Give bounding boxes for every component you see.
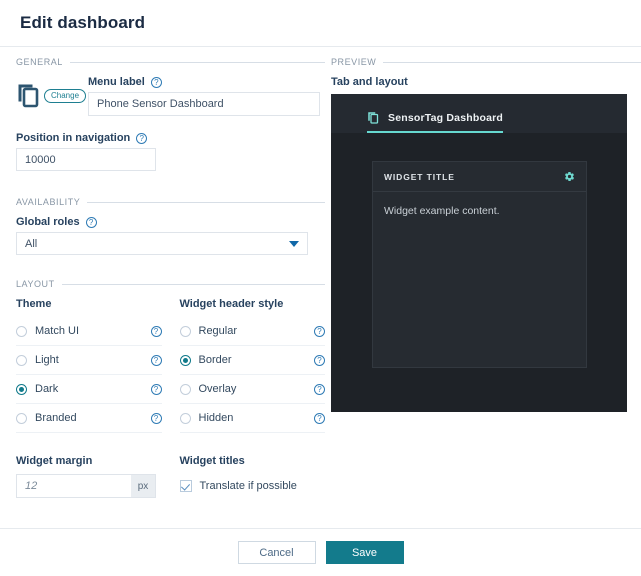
help-icon[interactable]: ? [150, 325, 162, 337]
theme-column: Theme Match UI ? Light ? Dark ? Branded … [16, 298, 162, 433]
preview-tabbar: SensorTag Dashboard [331, 94, 627, 133]
preview-widget-header: WIDGET TITLE [373, 162, 586, 192]
cancel-button[interactable]: Cancel [237, 541, 316, 564]
radio-theme-branded[interactable]: Branded ? [16, 404, 162, 433]
menu-label-input[interactable]: Phone Sensor Dashboard [88, 92, 320, 116]
dialog-body: GENERAL Change Menu label ? Phone Sensor… [0, 47, 641, 498]
widget-header-style-column: Widget header style Regular ? Border ? O… [179, 298, 325, 433]
preview-widget: WIDGET TITLE Widget example content. [372, 161, 587, 368]
preview-legend-text: PREVIEW [331, 57, 377, 67]
radio-label: Overlay [198, 383, 237, 395]
position-label-caption: Position in navigation ? [16, 132, 325, 144]
preview-caption: Tab and layout [331, 76, 408, 88]
radio-label: Border [198, 354, 232, 366]
global-roles-caption: Global roles ? [16, 216, 325, 228]
menu-label-field: Menu label ? Phone Sensor Dashboard [88, 76, 325, 116]
widget-margin-group: Widget margin 12 px [16, 455, 162, 498]
preview-tab-label: SensorTag Dashboard [388, 111, 504, 124]
page-title: Edit dashboard [20, 13, 146, 32]
global-roles-value: All [25, 237, 38, 250]
help-icon[interactable]: ? [150, 383, 162, 395]
help-icon[interactable]: ? [150, 354, 162, 366]
preview-widget-content: Widget example content. [384, 205, 500, 217]
global-roles-text: Global roles [16, 216, 80, 228]
help-icon[interactable]: ? [136, 132, 148, 144]
theme-group-label: Theme [16, 298, 52, 310]
page-header: Edit dashboard [0, 0, 641, 47]
radio-indicator [16, 383, 27, 395]
change-icon-button[interactable]: Change [44, 89, 87, 103]
help-icon[interactable]: ? [314, 383, 325, 395]
translate-checkbox-label: Translate if possible [199, 480, 297, 492]
widget-margin-value: 12 [25, 480, 38, 492]
radio-header-border[interactable]: Border ? [179, 346, 325, 375]
legend-rule [69, 61, 325, 63]
radio-header-regular[interactable]: Regular ? [179, 317, 325, 346]
preview-column: PREVIEW Tab and layout SensorTag Dashboa… [325, 57, 641, 498]
layout-section-legend: LAYOUT [16, 279, 325, 289]
preview-section-legend: PREVIEW [331, 57, 641, 67]
general-section-legend: GENERAL [16, 57, 325, 67]
widget-header-style-group-label: Widget header style [179, 298, 284, 310]
copy-icon [368, 112, 379, 124]
save-button[interactable]: Save [325, 541, 404, 564]
help-icon[interactable]: ? [150, 76, 162, 88]
help-icon[interactable]: ? [314, 325, 325, 337]
help-icon[interactable]: ? [314, 354, 325, 366]
radio-indicator [179, 412, 191, 424]
radio-indicator [179, 354, 191, 366]
radio-indicator [179, 383, 191, 395]
legend-rule [383, 61, 641, 63]
bottom-options-row: Widget margin 12 px Widget titles Transl… [16, 455, 325, 498]
radio-label: Dark [35, 383, 59, 395]
gear-icon[interactable] [564, 171, 575, 182]
copy-icon [18, 84, 39, 108]
radio-indicator [16, 325, 27, 337]
global-roles-select[interactable]: All [16, 232, 308, 255]
radio-indicator [16, 412, 27, 424]
availability-legend-text: AVAILABILITY [16, 197, 81, 207]
position-input[interactable]: 10000 [16, 148, 156, 171]
widget-titles-label: Widget titles [179, 455, 245, 467]
preview-tab[interactable]: SensorTag Dashboard [367, 111, 504, 133]
preview-canvas: WIDGET TITLE Widget example content. [331, 133, 627, 412]
help-icon[interactable]: ? [150, 412, 162, 424]
radio-label: Branded [35, 412, 77, 424]
widget-titles-group: Widget titles Translate if possible [179, 455, 326, 498]
widget-margin-unit: px [131, 475, 155, 497]
layout-option-columns: Theme Match UI ? Light ? Dark ? Branded … [16, 298, 325, 433]
radio-label: Light [35, 354, 59, 366]
widget-margin-input[interactable]: 12 px [16, 474, 156, 498]
legend-rule [61, 283, 325, 285]
legend-rule [87, 201, 325, 203]
widget-margin-label: Widget margin [16, 455, 93, 467]
radio-label: Regular [198, 325, 238, 337]
menu-label-caption: Menu label ? [88, 76, 325, 88]
radio-header-hidden[interactable]: Hidden ? [179, 404, 325, 433]
radio-theme-dark[interactable]: Dark ? [16, 375, 162, 404]
menu-label-text: Menu label [88, 76, 145, 88]
radio-theme-light[interactable]: Light ? [16, 346, 162, 375]
dialog-footer: Cancel Save [0, 528, 641, 576]
preview-panel: SensorTag Dashboard WIDGET TITLE Widget … [331, 94, 627, 412]
radio-header-overlay[interactable]: Overlay ? [179, 375, 325, 404]
menu-label-row: Change Menu label ? Phone Sensor Dashboa… [16, 76, 325, 116]
chevron-down-icon [289, 240, 299, 247]
radio-label: Match UI [35, 325, 80, 337]
help-icon[interactable]: ? [314, 412, 325, 424]
layout-legend-text: LAYOUT [16, 279, 55, 289]
radio-label: Hidden [198, 412, 234, 424]
app-icon-wrap: Change [16, 76, 88, 108]
translate-checkbox-row[interactable]: Translate if possible [179, 474, 326, 498]
translate-checkbox[interactable] [179, 480, 192, 492]
help-icon[interactable]: ? [85, 216, 97, 228]
radio-indicator [179, 325, 191, 337]
radio-theme-match-ui[interactable]: Match UI ? [16, 317, 162, 346]
availability-section-legend: AVAILABILITY [16, 197, 325, 207]
preview-widget-title: WIDGET TITLE [384, 171, 455, 182]
position-label-text: Position in navigation [16, 132, 131, 144]
general-legend-text: GENERAL [16, 57, 63, 67]
radio-indicator [16, 354, 27, 366]
settings-column: GENERAL Change Menu label ? Phone Sensor… [0, 57, 325, 498]
